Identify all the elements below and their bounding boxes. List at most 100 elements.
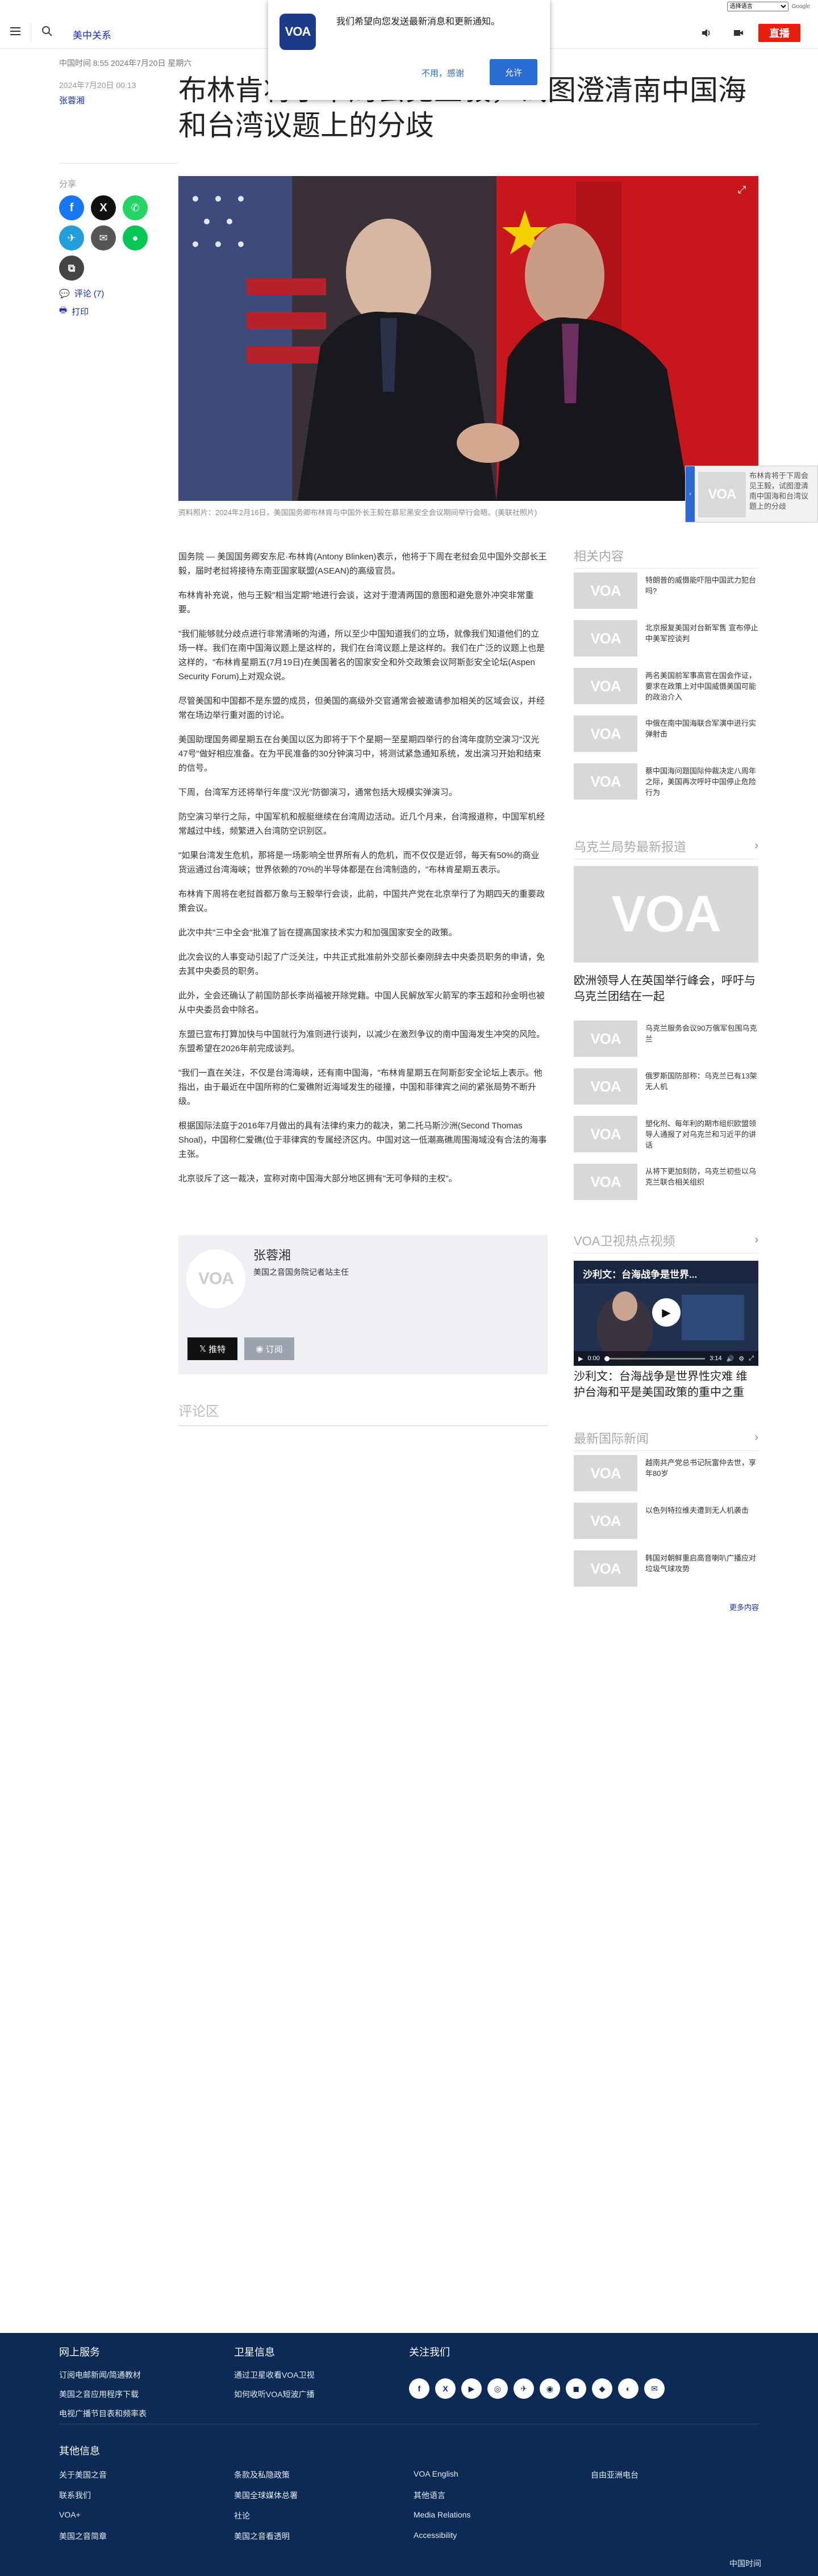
translate-widget: 选择语言 Google xyxy=(727,0,810,12)
footer-link[interactable]: 其他语言 xyxy=(414,2490,445,2501)
footer-link[interactable]: 美国之音看透明 xyxy=(234,2531,290,2542)
video-icon[interactable] xyxy=(733,27,744,39)
footer-link[interactable]: 通过卫星收看VOA卫视 xyxy=(234,2369,315,2381)
related-item-title[interactable]: 中俄在南中国海联合军演中进行实弹射击 xyxy=(645,718,759,739)
footer-link[interactable]: 美国之音简章 xyxy=(59,2531,107,2542)
related-item[interactable]: VOA 北京报复美国对台新军售 宣布停止中美军控谈判 xyxy=(574,620,758,660)
footer-link[interactable]: 关于美国之音 xyxy=(59,2469,107,2481)
instagram-icon[interactable]: ◎ xyxy=(487,2378,508,2399)
paragraph: 此次会议的人事变动引起了广泛关注，中共正式批准前外交部长秦刚辞去中央委员职务的申… xyxy=(178,952,545,976)
ukraine-item[interactable]: VOA 俄罗斯国防部称：乌克兰已有13架无人机 xyxy=(574,1068,758,1108)
related-item-title[interactable]: 两名美国前军事高官在国会作证，要求在政策上对中国威慑美国可能的政治介入 xyxy=(645,670,759,702)
video-caption[interactable]: 沙利文：台海战争是世界性灾难 维护台海和平是美国政策的重中之重 xyxy=(574,1369,758,1400)
live-button[interactable]: 直播 xyxy=(758,24,800,42)
video-player[interactable]: 沙利文：台海战争是世界... ▶ ▶ 0:00 3:14 🔊 ⚙ ⤢ xyxy=(574,1261,758,1366)
updated-date: 2024年7月20日 00:13 xyxy=(59,81,136,90)
comments-link[interactable]: 💬 评论 (7) xyxy=(59,287,104,299)
mastodon-icon[interactable]: ◆ xyxy=(592,2378,612,2399)
facebook-icon[interactable]: f xyxy=(59,195,84,220)
footer-link[interactable]: 订阅电邮新闻/简通教材 xyxy=(59,2369,141,2381)
footer-link[interactable]: 社论 xyxy=(234,2510,250,2521)
search-icon[interactable] xyxy=(41,25,53,37)
play-icon[interactable]: ▶ xyxy=(652,1298,681,1327)
voa-logo-icon: VOA xyxy=(574,620,637,656)
voa-logo-icon: VOA xyxy=(574,1068,637,1105)
total-time: 3:14 xyxy=(710,1355,722,1362)
more-link[interactable]: 更多内容 xyxy=(729,1601,759,1612)
footer-link[interactable]: 电视广播节目表和频率表 xyxy=(59,2408,147,2419)
decline-button[interactable]: 不用，感谢 xyxy=(421,67,464,79)
ukraine-item[interactable]: VOA 乌克兰服务会议90万俄军包围乌克兰 xyxy=(574,1021,758,1060)
footer-link[interactable]: 自由亚洲电台 xyxy=(591,2469,638,2481)
expand-icon[interactable]: ⤢ xyxy=(738,184,750,196)
email-icon[interactable]: ✉ xyxy=(91,225,116,250)
subscribe-button[interactable]: ◉ 订阅 xyxy=(244,1337,294,1360)
related-item[interactable]: VOA 两名美国前军事高官在国会作证，要求在政策上对中国威慑美国可能的政治介入 xyxy=(574,668,758,708)
author-link[interactable]: 张蓉湘 xyxy=(59,94,85,106)
footer-link[interactable]: Media Relations xyxy=(414,2510,470,2519)
footer-link[interactable]: 条款及私隐政策 xyxy=(234,2469,290,2481)
ukraine-feature-image[interactable]: VOA xyxy=(574,866,758,963)
footer-link[interactable]: Accessibility xyxy=(414,2531,457,2540)
threads-icon[interactable]: ◐ xyxy=(618,2378,638,2399)
intl-item[interactable]: VOA 越南共产党总书记阮富仲去世，享年80岁 xyxy=(574,1455,758,1495)
ukraine-item[interactable]: VOA 塑化剂、每年利的期市组织欧盟领导人通报了对乌克兰和习近平的讲话 xyxy=(574,1116,758,1156)
ukraine-heading[interactable]: 乌克兰局势最新报道 › xyxy=(574,837,758,859)
print-link[interactable]: 🖶 打印 xyxy=(59,304,89,319)
collapse-icon[interactable]: › xyxy=(686,466,695,522)
site-footer: 网上服务 订阅电邮新闻/简通教材 美国之音应用程序下载 电视广播节目表和频率表 … xyxy=(0,2333,818,2576)
facebook-icon[interactable]: f xyxy=(409,2378,429,2399)
ukraine-item-title[interactable]: 俄罗斯国防部称：乌克兰已有13架无人机 xyxy=(645,1070,759,1092)
video-heading[interactable]: VOA卫视热点视频 › xyxy=(574,1231,758,1253)
related-item-title[interactable]: 特朗普的威慑能吓阻中国武力犯台吗? xyxy=(645,575,759,596)
copy-link-icon[interactable]: ⧉ xyxy=(59,256,84,281)
footer-link[interactable]: VOA English xyxy=(414,2469,458,2478)
x-icon[interactable]: X xyxy=(435,2378,456,2399)
related-item[interactable]: VOA 特朗普的威慑能吓阻中国武力犯台吗? xyxy=(574,572,758,612)
play-small-icon[interactable]: ▶ xyxy=(578,1355,583,1362)
related-item[interactable]: VOA 蔡中国海问题国际仲裁决定八周年之际，美国再次呼吁中国停止危险行为 xyxy=(574,763,758,803)
related-item[interactable]: VOA 中俄在南中国海联合军演中进行实弹射击 xyxy=(574,716,758,755)
footer-link[interactable]: 美国之音应用程序下载 xyxy=(59,2389,139,2400)
ukraine-item-title[interactable]: 乌克兰服务会议90万俄军包围乌克兰 xyxy=(645,1023,759,1044)
section-link[interactable]: 美中关系 xyxy=(73,27,111,41)
ukraine-item-title[interactable]: 塑化剂、每年利的期市组织欧盟领导人通报了对乌克兰和习近平的讲话 xyxy=(645,1118,759,1151)
youtube-icon[interactable]: ▶ xyxy=(461,2378,482,2399)
footer-link[interactable]: 美国全球媒体总署 xyxy=(234,2490,298,2501)
related-item-title[interactable]: 蔡中国海问题国际仲裁决定八周年之际，美国再次呼吁中国停止危险行为 xyxy=(645,766,759,798)
intl-item-title[interactable]: 韩国对朝鲜重启高音喇叭广播应对垃圾气球攻势 xyxy=(645,1553,759,1574)
audio-icon[interactable] xyxy=(700,27,712,39)
email-icon[interactable]: ✉ xyxy=(644,2378,665,2399)
intl-item-title[interactable]: 以色列特拉维夫遭到无人机袭击 xyxy=(645,1505,759,1516)
intl-item[interactable]: VOA 韩国对朝鲜重启高音喇叭广播应对垃圾气球攻势 xyxy=(574,1550,758,1590)
ukraine-feature-title[interactable]: 欧洲领导人在英国举行峰会，呼吁与乌克兰团结在一起 xyxy=(574,973,758,1005)
menu-icon[interactable] xyxy=(10,27,20,35)
fullscreen-icon[interactable]: ⤢ xyxy=(749,1355,754,1362)
follow-x-button[interactable]: 𝕏 推特 xyxy=(187,1337,237,1360)
floating-mini-player[interactable]: › VOA 布林肯将于下周会见王毅，试图澄清南中国海和台湾议题上的分歧 xyxy=(685,466,818,522)
x-icon[interactable]: X xyxy=(91,195,116,220)
intl-item-title[interactable]: 越南共产党总书记阮富仲去世，享年80岁 xyxy=(645,1457,759,1479)
settings-icon[interactable]: ⚙ xyxy=(738,1355,744,1362)
whatsapp-icon[interactable]: ✆ xyxy=(123,195,148,220)
voa-logo-icon: VOA xyxy=(574,1021,637,1057)
footer-col2-title: 卫星信息 xyxy=(234,2347,275,2358)
language-select[interactable]: 选择语言 xyxy=(727,1,788,11)
footer-link[interactable]: VOA+ xyxy=(59,2510,81,2519)
volume-icon[interactable]: 🔊 xyxy=(727,1355,734,1362)
telegram-icon[interactable]: ✈ xyxy=(514,2378,534,2399)
rss-icon[interactable]: ◉ xyxy=(540,2378,560,2399)
seek-bar[interactable] xyxy=(604,1356,706,1361)
intl-item[interactable]: VOA 以色列特拉维夫遭到无人机袭击 xyxy=(574,1503,758,1542)
ukraine-item[interactable]: VOA 从将下更加刻防，乌克兰初些以乌克兰联合相关组织 xyxy=(574,1164,758,1203)
allow-button[interactable]: 允许 xyxy=(490,59,537,85)
footer-link[interactable]: 联系我们 xyxy=(59,2490,91,2501)
line-icon[interactable]: ● xyxy=(123,225,148,250)
intl-heading[interactable]: 最新国际新闻 › xyxy=(574,1429,758,1451)
podcast-icon[interactable]: ◼ xyxy=(566,2378,586,2399)
telegram-icon[interactable]: ✈ xyxy=(59,225,84,250)
notification-prompt: VOA 我们希望向您发送最新消息和更新通知。 不用，感谢 允许 xyxy=(268,0,550,100)
footer-link[interactable]: 如何收听VOA短波广播 xyxy=(234,2389,315,2400)
ukraine-item-title[interactable]: 从将下更加刻防，乌克兰初些以乌克兰联合相关组织 xyxy=(645,1166,759,1187)
related-item-title[interactable]: 北京报复美国对台新军售 宣布停止中美军控谈判 xyxy=(645,622,759,644)
